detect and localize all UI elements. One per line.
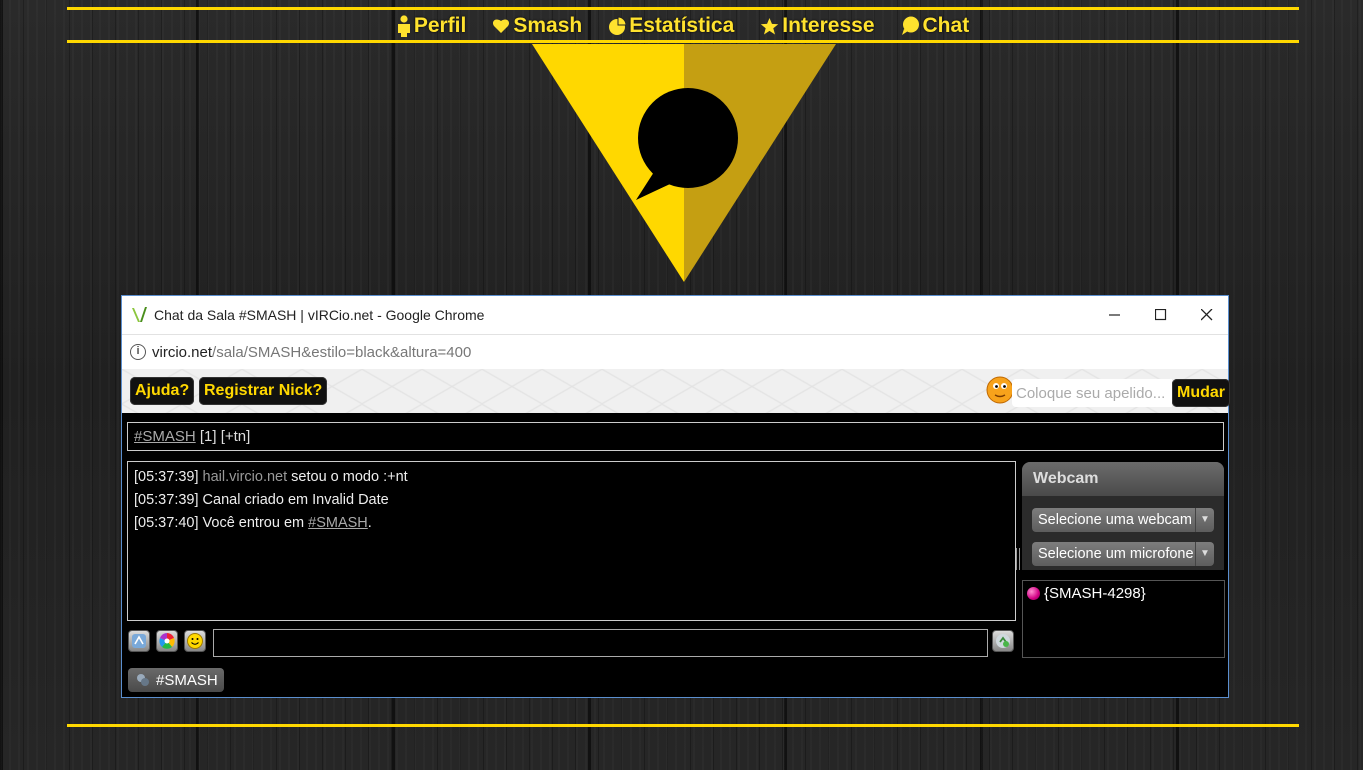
message-text: setou o modo :+nt (287, 469, 408, 485)
user-status-icon (1027, 587, 1040, 600)
window-title: Chat da Sala #SMASH | vIRCio.net - Googl… (154, 307, 485, 323)
register-nick-button[interactable]: Registrar Nick? (199, 377, 328, 405)
maximize-icon (1155, 309, 1167, 321)
person-icon (397, 15, 410, 37)
message-text: Canal criado em Invalid Date (198, 492, 389, 508)
color-button[interactable] (156, 630, 178, 652)
message-input[interactable] (213, 629, 988, 657)
chat-logo (532, 44, 836, 282)
nav-perfil-label: Perfil (413, 14, 467, 37)
message-text: Você entrou em (198, 515, 309, 531)
channel-header: #SMASH [1] [+tn] (127, 422, 1224, 451)
microphone-select[interactable]: Selecione um microfone ▼ (1032, 542, 1214, 566)
nickname-input[interactable] (1012, 379, 1172, 407)
text-format-icon (132, 634, 146, 648)
user-nick: {SMASH-4298} (1044, 585, 1146, 602)
close-button[interactable] (1184, 296, 1230, 334)
address-bar[interactable]: i vircio.net/sala/SMASH&estilo=black&alt… (122, 334, 1228, 369)
window-titlebar[interactable]: Chat da Sala #SMASH | vIRCio.net - Googl… (122, 296, 1228, 334)
color-wheel-icon (159, 633, 175, 649)
info-icon[interactable]: i (130, 344, 146, 360)
speech-bubble-icon (901, 16, 919, 35)
chevron-down-icon: ▼ (1195, 508, 1214, 532)
url-host: vircio.net (152, 343, 213, 361)
minimize-icon (1109, 314, 1120, 316)
tab-smash[interactable]: #SMASH (128, 668, 224, 692)
url-path: /sala/SMASH&estilo=black&altura=400 (212, 343, 472, 361)
message-line: [05:37:40] Você entrou em #SMASH. (134, 512, 1009, 535)
bottom-line (67, 724, 1299, 727)
pie-chart-icon (609, 16, 627, 35)
message-channel-link[interactable]: #SMASH (308, 515, 368, 531)
send-icon (996, 634, 1010, 648)
format-button[interactable] (128, 630, 150, 652)
send-button[interactable] (992, 630, 1014, 652)
nav-estatistica[interactable]: Estatística (608, 14, 734, 38)
message-time: [05:37:39] (134, 492, 199, 508)
chat-window: Chat da Sala #SMASH | vIRCio.net - Googl… (121, 295, 1230, 698)
nav-estatistica-label: Estatística (629, 14, 735, 37)
chat-toolbar: Ajuda? Registrar Nick? Mudar (122, 369, 1230, 413)
message-suffix: . (367, 515, 372, 531)
nav-interesse[interactable]: Interesse (760, 14, 875, 38)
change-nick-button[interactable]: Mudar (1172, 379, 1230, 407)
user-list-item[interactable]: {SMASH-4298} (1027, 585, 1224, 602)
minimize-button[interactable] (1092, 296, 1138, 334)
message-host: hail.vircio.net (202, 469, 288, 485)
vircio-app-icon (132, 307, 147, 322)
user-list: {SMASH-4298} (1022, 580, 1225, 658)
microphone-select-label: Selecione um microfone (1038, 546, 1194, 562)
webcam-select[interactable]: Selecione uma webcam ▼ (1032, 508, 1214, 532)
channel-link[interactable]: #SMASH (134, 428, 196, 445)
nav-smash-label: Smash (513, 14, 583, 37)
nav-smash[interactable]: Smash (492, 14, 582, 38)
tab-label: #SMASH (156, 671, 218, 689)
message-line: [05:37:39] Canal criado em Invalid Date (134, 489, 1009, 512)
close-icon (1201, 309, 1213, 321)
url-text[interactable]: vircio.net/sala/SMASH&estilo=black&altur… (152, 344, 471, 361)
heart-icon (493, 19, 510, 33)
nav-perfil[interactable]: Perfil (397, 14, 467, 38)
top-line (67, 7, 1299, 10)
webcam-title: Webcam (1022, 462, 1224, 496)
smiley-icon (187, 633, 203, 649)
channel-info: [1] [+tn] (195, 428, 251, 445)
help-button[interactable]: Ajuda? (130, 377, 195, 405)
message-time: [05:37:39] (134, 469, 199, 485)
panel-splitter[interactable] (1016, 548, 1020, 570)
chevron-down-icon: ▼ (1195, 542, 1214, 566)
message-time: [05:37:40] (134, 515, 199, 531)
message-log[interactable]: [05:37:39] hail.vircio.net setou o modo … (127, 461, 1016, 621)
top-nav: Perfil Smash Estatística Interesse Chat (67, 11, 1299, 41)
emoji-button[interactable] (184, 630, 206, 652)
nav-chat-label: Chat (922, 14, 970, 37)
nav-interesse-label: Interesse (782, 14, 875, 37)
webcam-panel: Webcam Selecione uma webcam ▼ Selecione … (1022, 462, 1224, 570)
star-icon (761, 17, 779, 34)
nav-chat[interactable]: Chat (901, 14, 970, 38)
maximize-button[interactable] (1138, 296, 1184, 334)
channel-tab-icon (137, 674, 149, 686)
message-line: [05:37:39] hail.vircio.net setou o modo … (134, 466, 1009, 489)
webcam-select-label: Selecione uma webcam (1038, 512, 1192, 528)
nick-form: Mudar (986, 372, 1230, 410)
